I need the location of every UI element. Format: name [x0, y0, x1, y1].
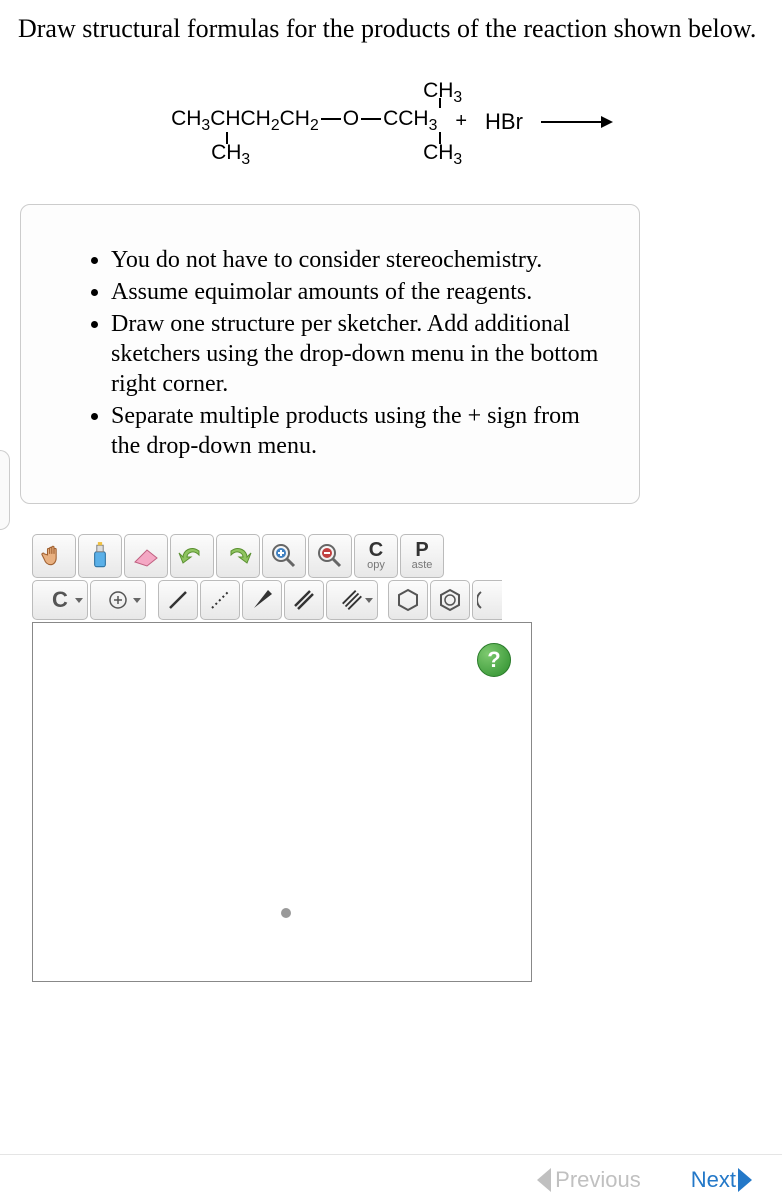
ring-partial-icon[interactable]	[472, 580, 502, 620]
left-tab-handle[interactable]	[0, 450, 10, 530]
previous-button[interactable]: Previous	[537, 1167, 641, 1193]
toolbar-row-2: C	[32, 580, 552, 620]
redo-icon[interactable]	[216, 534, 260, 578]
canvas-start-dot[interactable]	[281, 908, 291, 918]
paste-label-top: P	[415, 540, 428, 560]
undo-icon[interactable]	[170, 534, 214, 578]
copy-label-bot: opy	[367, 560, 385, 571]
eraser-tool-icon[interactable]	[124, 534, 168, 578]
previous-label: Previous	[555, 1167, 641, 1193]
benzene-icon[interactable]	[430, 580, 470, 620]
triple-bond-picker[interactable]	[326, 580, 378, 620]
instruction-item: Assume equimolar amounts of the reagents…	[111, 277, 599, 307]
chevron-right-icon	[738, 1168, 752, 1192]
next-label: Next	[691, 1167, 736, 1193]
chevron-left-icon	[537, 1168, 551, 1192]
copy-label-top: C	[369, 540, 383, 560]
reaction-scheme: CH3 CH3CHCH2CH2OCCH3 CH3 CH3 + HBr	[0, 50, 782, 194]
spray-tool-icon[interactable]	[78, 534, 122, 578]
copy-button[interactable]: C opy	[354, 534, 398, 578]
next-button[interactable]: Next	[691, 1167, 752, 1193]
reactant-molecule: CH3 CH3CHCH2CH2OCCH3 CH3 CH3	[171, 80, 437, 164]
toolbar-row-1: C opy P aste	[32, 534, 552, 578]
instruction-item: Draw one structure per sketcher. Add add…	[111, 309, 599, 399]
instruction-item: Separate multiple products using the + s…	[111, 401, 599, 461]
reagent-hbr: HBr	[485, 109, 523, 135]
instruction-item: You do not have to consider stereochemis…	[111, 245, 599, 275]
cyclohexane-icon[interactable]	[388, 580, 428, 620]
sketcher-canvas[interactable]: ?	[32, 622, 532, 982]
charge-picker[interactable]	[90, 580, 146, 620]
zoom-out-icon[interactable]	[308, 534, 352, 578]
hand-tool-icon[interactable]	[32, 534, 76, 578]
plus-sign: +	[455, 110, 467, 133]
reaction-arrow	[541, 121, 611, 123]
wedge-bond-icon[interactable]	[242, 580, 282, 620]
nav-bar: Previous Next	[0, 1154, 782, 1204]
element-picker[interactable]: C	[32, 580, 88, 620]
dashed-bond-icon[interactable]	[200, 580, 240, 620]
paste-button[interactable]: P aste	[400, 534, 444, 578]
single-bond-icon[interactable]	[158, 580, 198, 620]
double-bond-icon[interactable]	[284, 580, 324, 620]
element-label: C	[52, 587, 68, 613]
sketcher-widget: C opy P aste C	[32, 534, 552, 982]
paste-label-bot: aste	[412, 560, 433, 571]
zoom-in-icon[interactable]	[262, 534, 306, 578]
question-prompt: Draw structural formulas for the product…	[0, 0, 782, 50]
help-icon[interactable]: ?	[477, 643, 511, 677]
instructions-panel: You do not have to consider stereochemis…	[20, 204, 640, 504]
